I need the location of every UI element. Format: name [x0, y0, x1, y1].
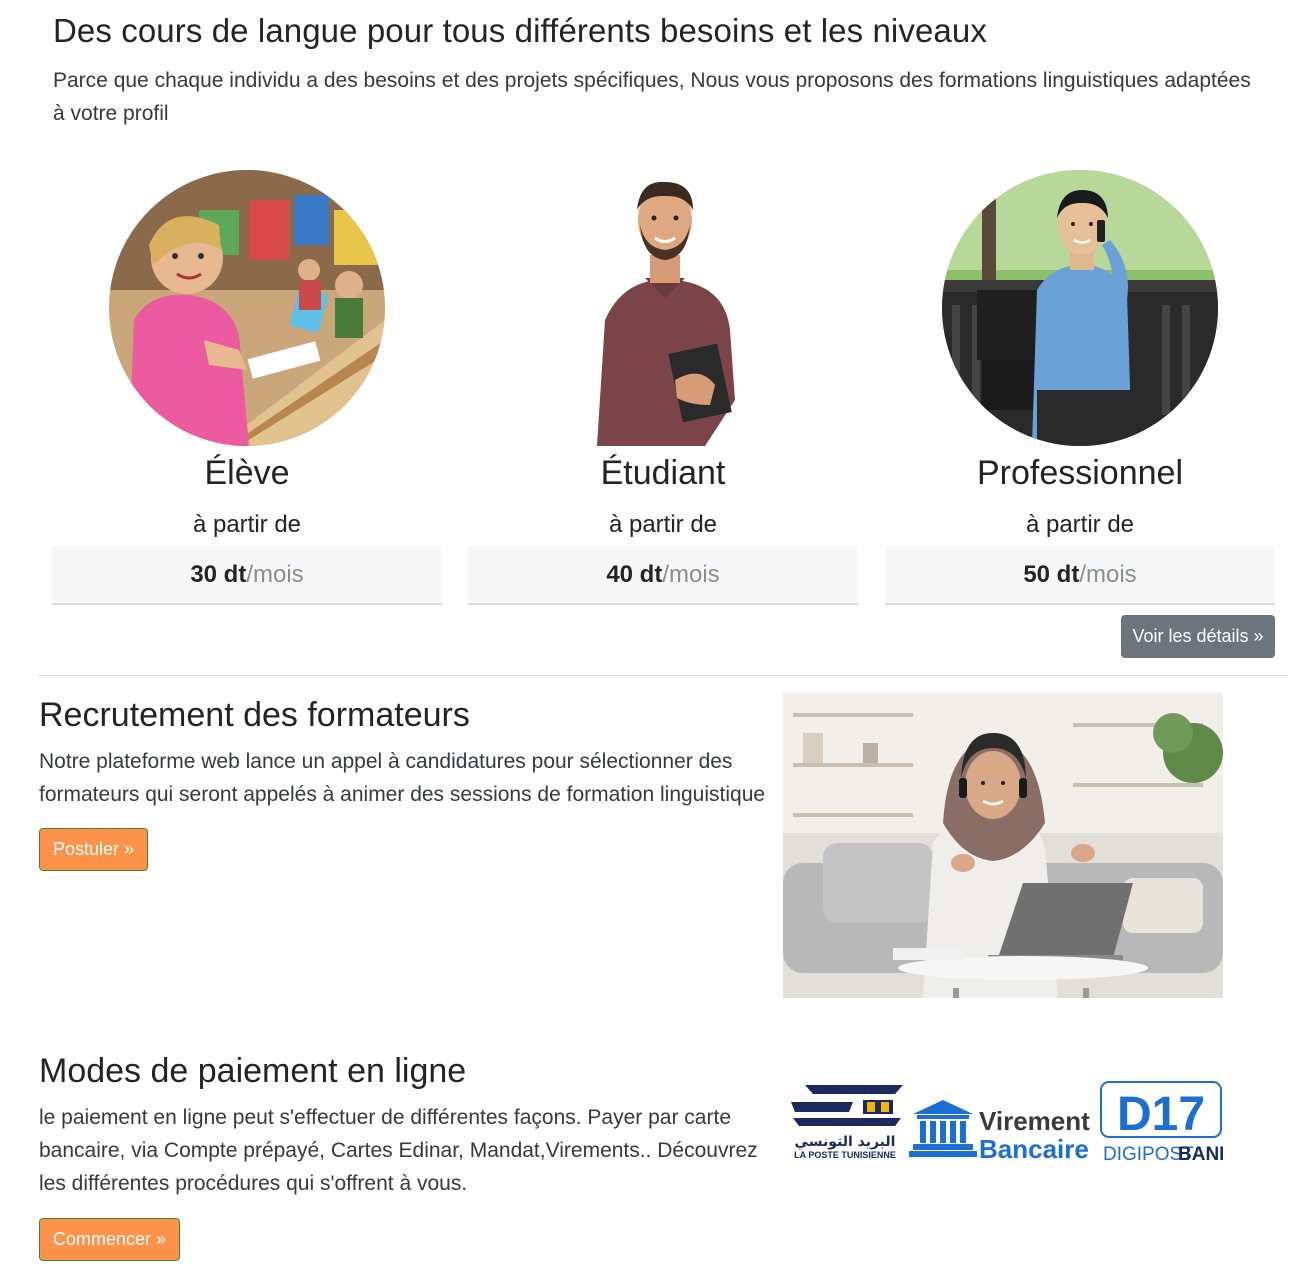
payment-logos: البريد التونسي LA POSTE TUNISIENNE Virem… [783, 1080, 1233, 1165]
bank-transfer-logo: Virement Bancaire [909, 1100, 1090, 1164]
bank-text: BANK [1178, 1144, 1223, 1162]
price-amount: 50 dt [1023, 560, 1080, 588]
girl-in-classroom-photo [109, 170, 385, 446]
price-amount: 40 dt [606, 560, 663, 588]
student-photo [525, 170, 801, 446]
price-amount: 30 dt [190, 560, 247, 588]
hero-lead: Parce que chaque individu a des besoins … [53, 69, 1251, 125]
woman-with-headset-photo [783, 693, 1223, 998]
plan-card-etudiant: Étudiant à partir de 40 dt/mois [468, 170, 858, 605]
details-button[interactable]: Voir les détails » [1121, 615, 1275, 658]
virement-text: Virement [979, 1106, 1090, 1136]
recruitment-text: Notre plateforme web lance un appel à ca… [39, 750, 766, 806]
apply-button[interactable]: Postuler » [39, 828, 149, 871]
payment-logos-svg: البريد التونسي LA POSTE TUNISIENNE Virem… [791, 1081, 1233, 1165]
plan-from-label: à partir de [192, 511, 302, 538]
plan-card-eleve: Élève à partir de 30 dt/mois [52, 170, 442, 605]
price-period: /mois [246, 560, 304, 588]
plan-name: Professionnel [976, 454, 1183, 492]
plan-name: Étudiant [600, 454, 726, 492]
plan-price: 30 dt/mois [52, 546, 442, 605]
price-period: /mois [662, 560, 720, 588]
section-divider [38, 675, 1288, 676]
payment-title: Modes de paiement en ligne [39, 1052, 467, 1090]
page-title: Des cours de langue pour tous différents… [53, 12, 987, 49]
plan-from-label: à partir de [1025, 511, 1135, 538]
bancaire-text: Bancaire [979, 1134, 1089, 1162]
online-tutor-illustration [783, 693, 1223, 998]
plan-name: Élève [204, 454, 290, 492]
student-illustration [525, 170, 801, 446]
plan-price: 40 dt/mois [468, 546, 858, 605]
la-poste-latin: LA POSTE TUNISIENNE [794, 1150, 896, 1160]
d17-text: D17 [1117, 1088, 1205, 1141]
classroom-illustration [109, 170, 385, 446]
d17-logo: D17 DIGIPOST BANK [1100, 1081, 1233, 1165]
professional-photo [942, 170, 1218, 446]
plan-card-professionnel: Professionnel à partir de 50 dt/mois [885, 170, 1275, 605]
recruitment-title: Recrutement des formateurs [39, 696, 470, 734]
start-button[interactable]: Commencer » [39, 1218, 181, 1261]
plan-from-label: à partir de [608, 511, 718, 538]
payment-text: le paiement en ligne peut s'effectuer de… [39, 1106, 758, 1195]
price-period: /mois [1079, 560, 1137, 588]
la-poste-arabic: البريد التونسي [795, 1134, 896, 1150]
la-poste-logo: البريد التونسي LA POSTE TUNISIENNE [791, 1085, 903, 1160]
professional-illustration [942, 170, 1218, 446]
plan-price: 50 dt/mois [885, 546, 1275, 605]
